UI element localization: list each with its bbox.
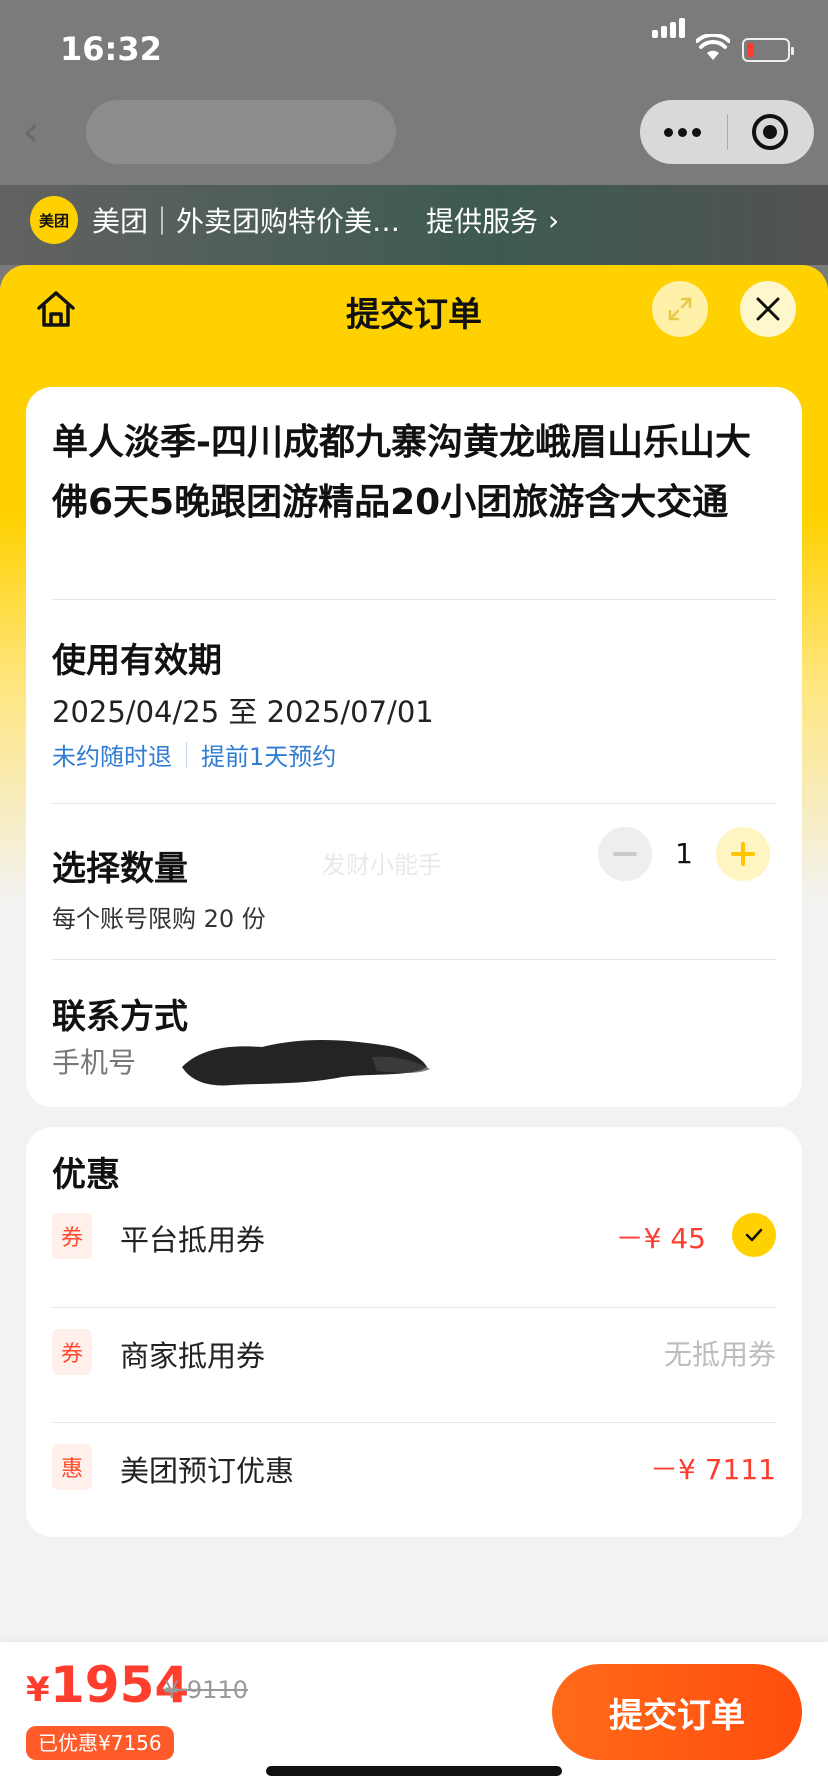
reservation-tag: 提前1天预约: [201, 743, 337, 771]
background-search-bar: [86, 100, 396, 164]
currency-symbol: ¥: [26, 1670, 50, 1710]
contact-title: 联系方式: [52, 997, 188, 1037]
refund-tag: 未约随时退: [52, 743, 172, 771]
close-button[interactable]: [740, 281, 796, 337]
original-price: ¥ 9110: [164, 1676, 248, 1704]
discounts-card: 优惠 券 平台抵用券 －¥ 45 券 商家抵用券 无抵用券 惠 美团预订优惠 －…: [26, 1127, 802, 1537]
more-dots-icon[interactable]: [664, 122, 704, 142]
submit-order-button[interactable]: 提交订单: [552, 1664, 802, 1760]
quantity-title: 选择数量: [52, 849, 188, 889]
order-details-card: 单人淡季-四川成都九寨沟黄龙峨眉山乐山大佛6天5晚跟团游精品20小团旅游含大交通…: [26, 387, 802, 1107]
provider-bar[interactable]: 美团 美团｜外卖团购特价美… 提供服务 ›: [30, 194, 559, 246]
booking-discount-row[interactable]: 惠 美团预订优惠 －¥ 7111: [52, 1434, 776, 1504]
discount-amount: －¥ 7111: [650, 1453, 776, 1486]
coupon-icon: 券: [52, 1329, 92, 1375]
expand-icon: [668, 297, 692, 321]
redacted-phone-number[interactable]: [172, 1027, 432, 1091]
coupon-label: 商家抵用券: [120, 1339, 266, 1373]
increase-button[interactable]: [716, 827, 770, 881]
divider: [52, 599, 776, 600]
coupon-icon: 券: [52, 1213, 92, 1259]
quantity-value: 1: [675, 837, 693, 870]
status-time: 16:32: [60, 30, 162, 68]
home-indicator: [266, 1766, 562, 1776]
divider: [52, 1422, 776, 1423]
phone-label: 手机号: [52, 1046, 137, 1079]
validity-date-range: 2025/04/25 至 2025/07/01: [52, 695, 434, 729]
product-title: 单人淡季-四川成都九寨沟黄龙峨眉山乐山大佛6天5晚跟团游精品20小团旅游含大交通: [52, 422, 751, 523]
provider-name: 美团｜外卖团购特价美…: [92, 205, 401, 238]
miniprogram-capsule: [640, 100, 814, 164]
expand-button[interactable]: [652, 281, 708, 337]
merchant-coupon-row[interactable]: 券 商家抵用券 无抵用券: [52, 1319, 776, 1389]
quantity-stepper: 1: [598, 827, 778, 883]
savings-badge: 已优惠¥7156: [26, 1726, 174, 1760]
purchase-limit: 每个账号限购 20 份: [52, 905, 266, 933]
status-bar: 16:32: [0, 0, 828, 96]
discount-label: 美团预订优惠: [120, 1454, 295, 1488]
validity-tags: 未约随时退 提前1天预约: [52, 737, 336, 772]
platform-coupon-row[interactable]: 券 平台抵用券 －¥ 45: [52, 1203, 776, 1273]
sheet-header: 提交订单: [0, 265, 828, 355]
discounts-title: 优惠: [52, 1155, 120, 1195]
divider: [52, 1307, 776, 1308]
provider-service-label: 提供服务: [426, 205, 539, 238]
coupon-label: 平台抵用券: [120, 1223, 266, 1257]
coupon-amount: 无抵用券: [663, 1338, 776, 1371]
watermark-text: 发财小能手: [322, 851, 442, 879]
wifi-icon: [696, 34, 730, 60]
divider: [52, 959, 776, 960]
discount-icon: 惠: [52, 1444, 92, 1490]
chevron-right-icon: ›: [548, 203, 560, 237]
back-icon: ‹: [22, 106, 40, 157]
decrease-button[interactable]: [598, 827, 652, 881]
order-sheet: 提交订单 单人淡季-四川成都九寨沟黄龙峨眉山乐山大佛6天5晚跟团游精品20小团旅…: [0, 265, 828, 1792]
divider: [52, 803, 776, 804]
coupon-amount: －¥ 45: [615, 1222, 706, 1255]
close-miniprogram-icon[interactable]: [752, 114, 788, 150]
close-icon: [756, 297, 780, 321]
selected-check-icon[interactable]: [732, 1213, 776, 1257]
battery-icon: [742, 38, 794, 62]
meituan-logo: 美团: [30, 196, 78, 244]
validity-title: 使用有效期: [52, 641, 222, 681]
